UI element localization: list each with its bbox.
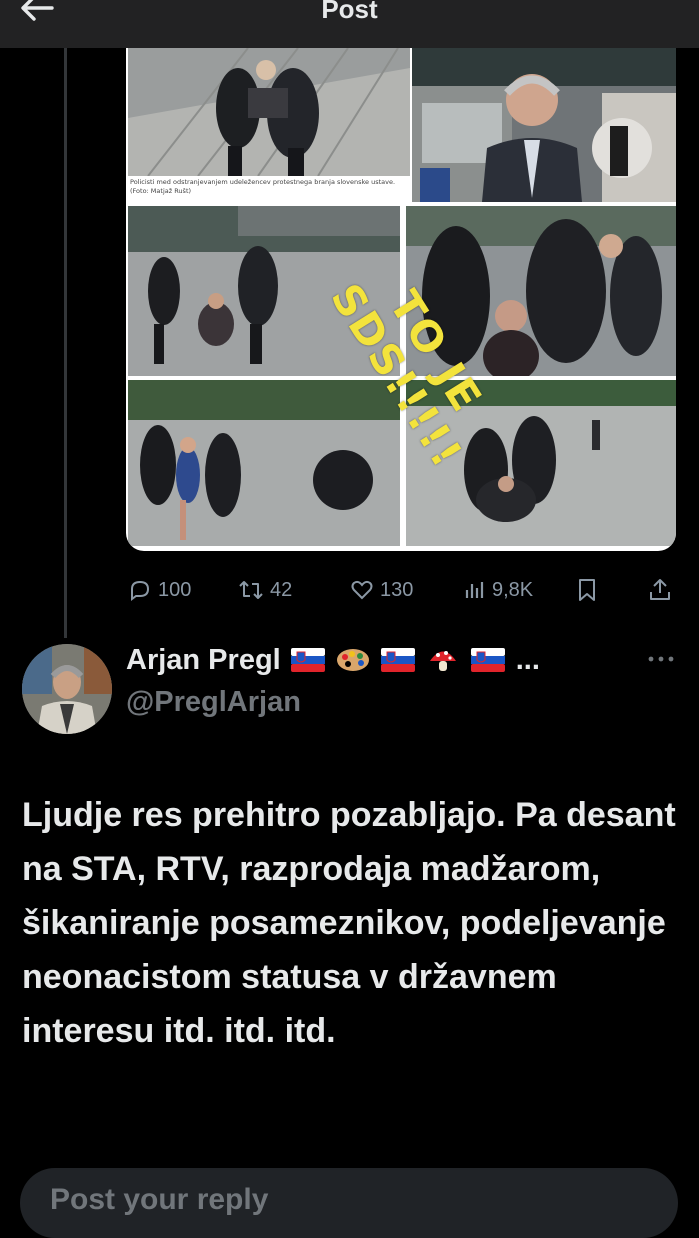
author-name-row[interactable]: Arjan Pregl ... xyxy=(126,640,540,680)
page-title: Post xyxy=(321,0,378,24)
repost-icon xyxy=(239,581,263,599)
avatar[interactable] xyxy=(22,644,112,734)
bookmark-icon xyxy=(579,579,595,601)
repost-count: 42 xyxy=(270,578,293,601)
action-bar: 100 42 130 9,8K xyxy=(126,572,676,608)
image-caption: Policisti med odstranjevanjem udeležence… xyxy=(130,178,396,195)
views-count: 9,8K xyxy=(492,578,534,601)
photo-police-line xyxy=(128,380,400,546)
reply-count: 100 xyxy=(158,578,192,601)
name-truncation: ... xyxy=(515,643,540,676)
thread-line xyxy=(64,48,67,638)
reply-button[interactable]: 100 xyxy=(128,572,191,608)
more-dots-icon xyxy=(648,656,674,662)
slovenia-flag-icon xyxy=(470,648,505,672)
slovenia-flag-icon xyxy=(380,648,415,672)
author-name[interactable]: Arjan Pregl xyxy=(126,644,281,677)
post-image[interactable]: Policisti med odstranjevanjem udeležence… xyxy=(126,48,676,551)
like-count: 130 xyxy=(380,578,414,601)
top-bar: Post xyxy=(0,0,699,48)
share-button[interactable] xyxy=(648,572,678,608)
heart-icon xyxy=(351,580,373,600)
repost-button[interactable]: 42 xyxy=(238,572,292,608)
slovenia-flag-icon xyxy=(290,648,325,672)
share-icon xyxy=(650,579,670,600)
views-icon xyxy=(465,582,484,598)
photo-police-carrying xyxy=(128,48,410,176)
artist-palette-icon xyxy=(336,649,369,671)
more-options-button[interactable] xyxy=(645,647,677,671)
reply-box[interactable] xyxy=(20,1168,678,1238)
views-button[interactable]: 9,8K xyxy=(464,572,533,608)
photo-politician xyxy=(412,48,676,202)
mushroom-icon xyxy=(429,651,456,671)
like-button[interactable]: 130 xyxy=(350,572,413,608)
bookmark-button[interactable] xyxy=(576,572,604,608)
reply-icon xyxy=(131,580,150,601)
reply-input[interactable] xyxy=(48,1182,452,1218)
post-text: Ljudje res prehitro pozabljajo. Pa desan… xyxy=(22,796,676,1050)
author-handle[interactable]: @PreglArjan xyxy=(126,686,301,719)
